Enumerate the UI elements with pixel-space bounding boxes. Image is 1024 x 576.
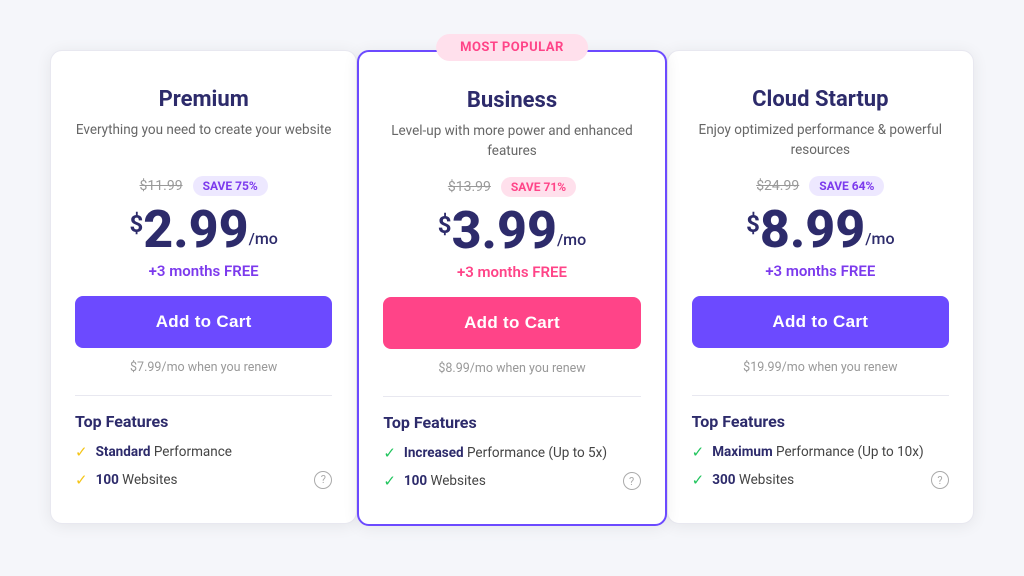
price-amount-business: 3.99 xyxy=(452,205,557,257)
pricing-card-premium: Premium Everything you need to create you… xyxy=(50,50,357,524)
feature-bold-business-0: Increased xyxy=(404,445,464,461)
feature-bold-business-1: 100 xyxy=(404,473,427,489)
page-wrapper: Premium Everything you need to create you… xyxy=(20,30,1004,547)
divider-business xyxy=(383,396,640,397)
pricing-row-cloud-startup: $24.99 SAVE 64% xyxy=(692,176,949,196)
price-amount-cloud-startup: 8.99 xyxy=(760,204,865,256)
feature-text-business-1: 100 Websites xyxy=(404,473,486,489)
top-features-title-premium: Top Features xyxy=(75,412,332,431)
check-icon: ✓ xyxy=(383,444,396,462)
add-to-cart-button-cloud-startup[interactable]: Add to Cart xyxy=(692,296,949,348)
check-icon: ✓ xyxy=(692,443,705,461)
renew-text-cloud-startup: $19.99/mo when you renew xyxy=(692,360,949,375)
feature-row-premium-0: Standard Performance xyxy=(96,444,333,460)
feature-item-premium-0: ✓ Standard Performance xyxy=(75,443,332,461)
info-icon[interactable]: ? xyxy=(931,471,949,489)
feature-text-cloud-startup-0: Maximum Performance (Up to 10x) xyxy=(712,444,923,460)
original-price-premium: $11.99 xyxy=(140,178,183,194)
price-period-cloud-startup: /mo xyxy=(865,229,894,248)
current-price-business: $3.99/mo xyxy=(383,205,640,257)
feature-rest-premium-0: Performance xyxy=(151,444,232,460)
feature-item-cloud-startup-1: ✓ 300 Websites? xyxy=(692,471,949,489)
feature-item-cloud-startup-0: ✓ Maximum Performance (Up to 10x) xyxy=(692,443,949,461)
top-features-title-business: Top Features xyxy=(383,413,640,432)
add-to-cart-button-business[interactable]: Add to Cart xyxy=(383,297,640,349)
renew-text-business: $8.99/mo when you renew xyxy=(383,361,640,376)
feature-text-premium-1: 100 Websites xyxy=(96,472,178,488)
check-icon: ✓ xyxy=(692,471,705,489)
card-title-premium: Premium xyxy=(75,87,332,112)
save-badge-premium: SAVE 75% xyxy=(193,176,268,196)
card-description-business: Level-up with more power and enhanced fe… xyxy=(383,121,640,162)
feature-item-business-1: ✓ 100 Websites? xyxy=(383,472,640,490)
current-price-premium: $2.99/mo xyxy=(75,204,332,256)
feature-rest-business-1: Websites xyxy=(427,473,486,489)
feature-bold-cloud-startup-1: 300 xyxy=(712,472,735,488)
feature-row-premium-1: 100 Websites? xyxy=(96,471,333,489)
feature-row-cloud-startup-1: 300 Websites? xyxy=(712,471,949,489)
original-price-business: $13.99 xyxy=(448,179,491,195)
feature-row-cloud-startup-0: Maximum Performance (Up to 10x) xyxy=(712,444,949,460)
feature-item-premium-1: ✓ 100 Websites? xyxy=(75,471,332,489)
price-amount-premium: 2.99 xyxy=(143,204,248,256)
card-description-cloud-startup: Enjoy optimized performance & powerful r… xyxy=(692,120,949,161)
feature-bold-premium-0: Standard xyxy=(96,444,151,460)
feature-row-business-0: Increased Performance (Up to 5x) xyxy=(404,445,641,461)
pricing-row-business: $13.99 SAVE 71% xyxy=(383,177,640,197)
feature-rest-cloud-startup-1: Websites xyxy=(735,472,794,488)
feature-text-cloud-startup-1: 300 Websites xyxy=(712,472,794,488)
card-title-business: Business xyxy=(383,88,640,113)
check-icon: ✓ xyxy=(75,443,88,461)
divider-cloud-startup xyxy=(692,395,949,396)
free-months-premium: +3 months FREE xyxy=(75,262,332,280)
most-popular-badge: MOST POPULAR xyxy=(436,34,588,61)
price-period-premium: /mo xyxy=(249,229,278,248)
feature-bold-cloud-startup-0: Maximum xyxy=(712,444,772,460)
pricing-cards-container: Premium Everything you need to create you… xyxy=(50,50,974,527)
price-dollar-business: $ xyxy=(438,211,452,239)
renew-text-premium: $7.99/mo when you renew xyxy=(75,360,332,375)
info-icon[interactable]: ? xyxy=(314,471,332,489)
check-icon: ✓ xyxy=(383,472,396,490)
add-to-cart-button-premium[interactable]: Add to Cart xyxy=(75,296,332,348)
original-price-cloud-startup: $24.99 xyxy=(756,178,799,194)
pricing-card-business: MOST POPULARBusinessLevel-up with more p… xyxy=(357,50,666,527)
free-months-cloud-startup: +3 months FREE xyxy=(692,262,949,280)
pricing-row-premium: $11.99 SAVE 75% xyxy=(75,176,332,196)
feature-rest-premium-1: Websites xyxy=(119,472,178,488)
feature-text-business-0: Increased Performance (Up to 5x) xyxy=(404,445,607,461)
info-icon[interactable]: ? xyxy=(623,472,641,490)
price-period-business: /mo xyxy=(557,230,586,249)
card-description-premium: Everything you need to create your websi… xyxy=(75,120,332,160)
feature-row-business-1: 100 Websites? xyxy=(404,472,641,490)
current-price-cloud-startup: $8.99/mo xyxy=(692,204,949,256)
card-title-cloud-startup: Cloud Startup xyxy=(692,87,949,112)
save-badge-cloud-startup: SAVE 64% xyxy=(809,176,884,196)
feature-rest-cloud-startup-0: Performance (Up to 10x) xyxy=(773,444,924,460)
feature-bold-premium-1: 100 xyxy=(96,472,119,488)
save-badge-business: SAVE 71% xyxy=(501,177,576,197)
top-features-title-cloud-startup: Top Features xyxy=(692,412,949,431)
price-dollar-cloud-startup: $ xyxy=(746,210,760,238)
price-dollar-premium: $ xyxy=(129,210,143,238)
pricing-card-cloud-startup: Cloud Startup Enjoy optimized performance… xyxy=(667,50,974,525)
feature-rest-business-0: Performance (Up to 5x) xyxy=(464,445,607,461)
free-months-business: +3 months FREE xyxy=(383,263,640,281)
check-icon: ✓ xyxy=(75,471,88,489)
divider-premium xyxy=(75,395,332,396)
feature-text-premium-0: Standard Performance xyxy=(96,444,232,460)
feature-item-business-0: ✓ Increased Performance (Up to 5x) xyxy=(383,444,640,462)
